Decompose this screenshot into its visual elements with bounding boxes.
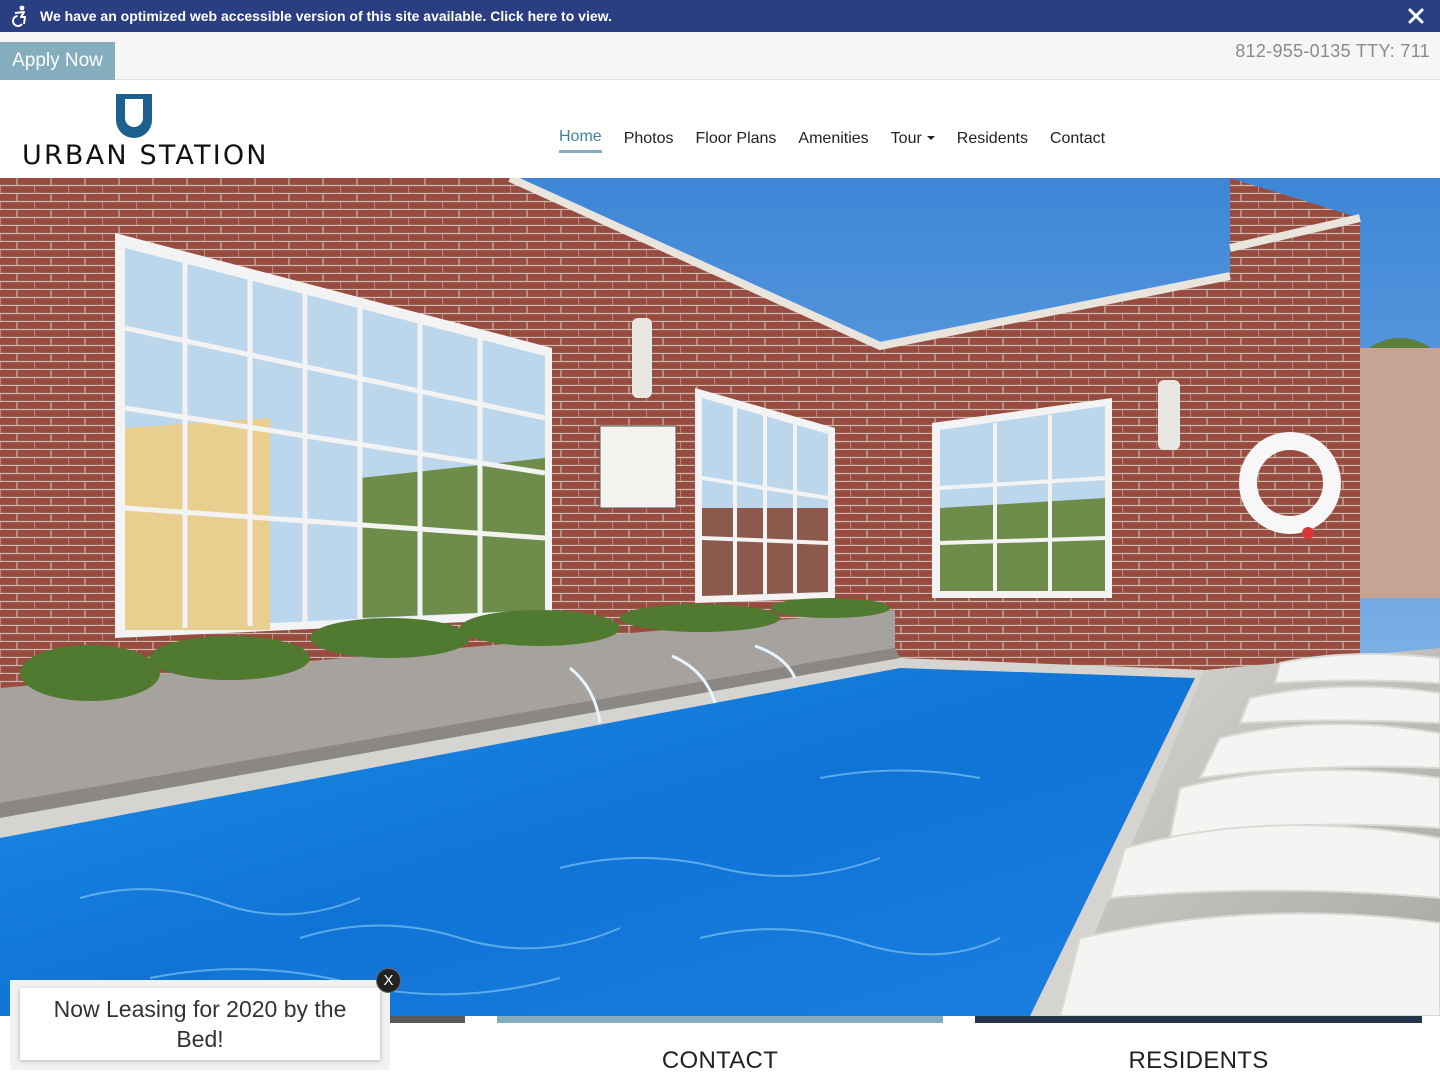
accessibility-icon[interactable]	[8, 4, 32, 28]
nav-item-home[interactable]: Home	[559, 128, 602, 153]
popup-close-button[interactable]: X	[376, 968, 401, 993]
tile-bar	[497, 1016, 943, 1023]
hero-image	[0, 178, 1440, 1016]
caret-down-icon	[926, 136, 935, 141]
accessibility-banner[interactable]: We have an optimized web accessible vers…	[0, 0, 1440, 32]
tile-bar	[975, 1016, 1422, 1023]
site-header: URBAN STATION Home Photos Floor Plans Am…	[0, 80, 1440, 178]
leasing-popup-text[interactable]: Now Leasing for 2020 by the Bed!	[20, 988, 380, 1060]
apply-now-button[interactable]: Apply Now	[0, 42, 115, 80]
nav-item-amenities[interactable]: Amenities	[798, 130, 868, 152]
tile-contact-label: CONTACT	[661, 1047, 779, 1074]
close-icon[interactable]	[1406, 6, 1426, 26]
nav-item-tour-label: Tour	[890, 129, 922, 147]
phone-number[interactable]: 812-955-0135 TTY: 711	[1235, 41, 1430, 62]
nav-item-contact[interactable]: Contact	[1050, 130, 1105, 152]
top-strip: Apply Now 812-955-0135 TTY: 711	[0, 32, 1440, 80]
leasing-popup: Now Leasing for 2020 by the Bed!	[10, 980, 390, 1070]
nav-item-residents[interactable]: Residents	[957, 130, 1028, 152]
tile-residents-label: RESIDENTS	[1128, 1047, 1269, 1074]
nav-item-tour[interactable]: Tour	[891, 130, 935, 152]
warning-sign	[599, 425, 677, 509]
logo-wordmark: URBAN STATION	[22, 140, 269, 171]
nav-item-photos[interactable]: Photos	[624, 130, 674, 152]
window-right	[932, 398, 1112, 598]
u-shield-logo-icon	[116, 94, 152, 138]
tile-contact[interactable]: CONTACT	[497, 1016, 943, 1080]
site-logo[interactable]: URBAN STATION	[22, 90, 267, 171]
nav-item-floor-plans[interactable]: Floor Plans	[696, 130, 777, 152]
tile-residents[interactable]: RESIDENTS	[975, 1016, 1422, 1080]
main-navigation: Home Photos Floor Plans Amenities Tour R…	[548, 128, 1116, 153]
accessibility-banner-link[interactable]: We have an optimized web accessible vers…	[40, 8, 612, 24]
hero-pool-illustration	[0, 178, 1440, 1016]
